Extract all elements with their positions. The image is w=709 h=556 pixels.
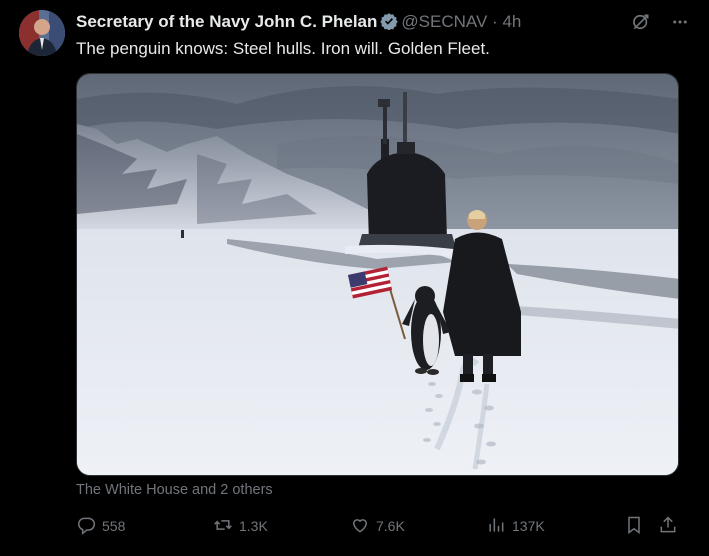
tweet-actions: 558 1.3K 7.6K 137K xyxy=(76,512,681,540)
more-options-icon[interactable] xyxy=(671,13,689,36)
views-count: 137K xyxy=(512,518,545,534)
share-icon xyxy=(658,515,678,538)
bookmark-icon xyxy=(624,515,644,538)
bookmark-button[interactable] xyxy=(624,512,644,540)
author-handle[interactable]: @SECNAV xyxy=(401,12,487,31)
retweet-icon xyxy=(213,515,233,538)
like-icon xyxy=(350,515,370,538)
like-count: 7.6K xyxy=(376,518,405,534)
tweet-text: The penguin knows: Steel hulls. Iron wil… xyxy=(76,39,490,58)
views-icon xyxy=(486,515,506,538)
author-name[interactable]: Secretary of the Navy John C. Phelan xyxy=(76,12,377,31)
like-button[interactable]: 7.6K xyxy=(350,512,405,540)
verified-badge-icon[interactable] xyxy=(380,12,399,35)
grok-icon[interactable] xyxy=(631,12,651,37)
reply-icon xyxy=(76,515,96,538)
tweet-header: Secretary of the Navy John C. Phelan @SEC… xyxy=(76,12,521,35)
share-button[interactable] xyxy=(658,512,678,540)
author-avatar[interactable] xyxy=(19,10,65,56)
reply-count: 558 xyxy=(102,518,126,534)
tagged-users[interactable]: The White House and 2 others xyxy=(76,482,273,498)
repost-button[interactable]: 1.3K xyxy=(213,512,268,540)
repost-count: 1.3K xyxy=(239,518,268,534)
views-button[interactable]: 137K xyxy=(486,512,545,540)
reply-button[interactable]: 558 xyxy=(76,512,125,540)
tweet-top-actions xyxy=(631,12,689,37)
separator-dot: · xyxy=(492,12,498,31)
tweet-image[interactable] xyxy=(76,73,679,476)
timestamp[interactable]: 4h xyxy=(502,12,521,31)
